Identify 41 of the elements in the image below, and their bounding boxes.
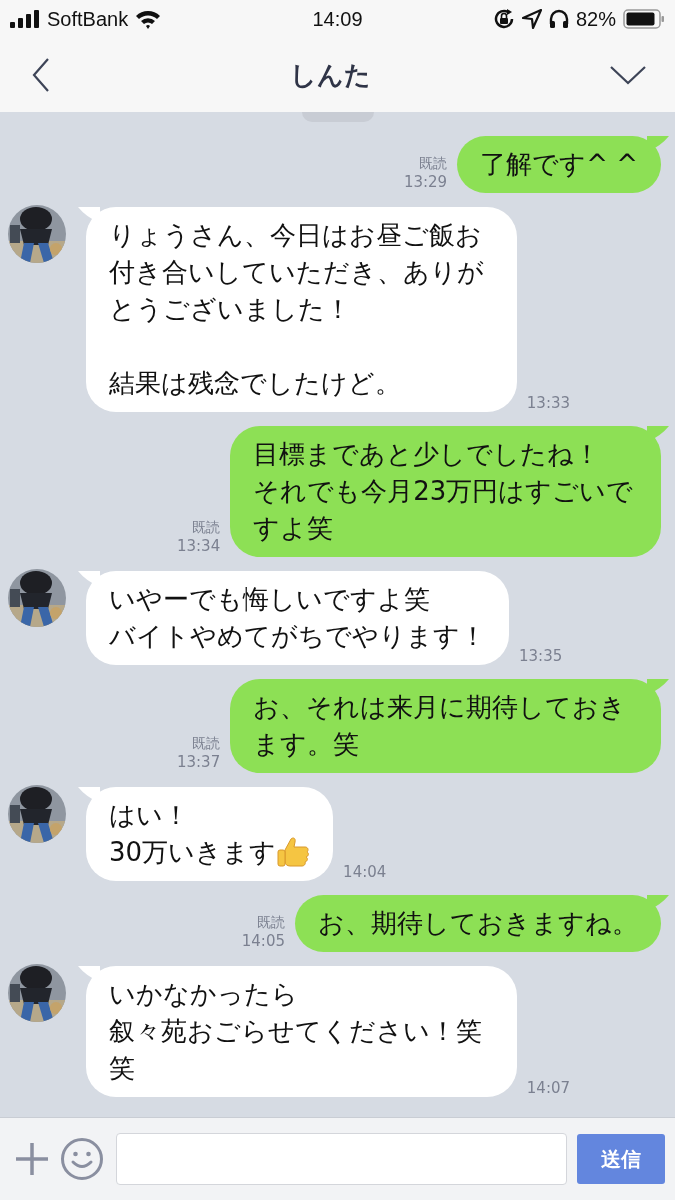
battery-icon (623, 9, 665, 29)
signal-icon (10, 10, 40, 28)
message-text: 了解です^ ^ (480, 148, 638, 181)
location-arrow-icon (521, 9, 542, 29)
read-receipt: 既読 (419, 155, 448, 173)
message-time: 13:34 (176, 537, 221, 555)
message-text: りょうさん、今日はお昼ご飯お付き合いしていただき、ありがとうございました！ (109, 219, 485, 326)
dropdown-button[interactable] (609, 64, 647, 86)
add-button[interactable] (14, 1141, 50, 1177)
rotation-lock-icon (492, 8, 515, 30)
message-text: お、それは来月に期待しておきます。笑 (253, 691, 628, 761)
message-text: 30万いきます (109, 836, 277, 869)
message-text: いやーでも悔しいですよ笑 (109, 583, 430, 616)
chat-title: しんた (290, 58, 371, 92)
read-receipt: 既読 (257, 914, 285, 932)
read-receipt: 既読 (192, 735, 221, 753)
status-time: 14:09 (312, 7, 363, 31)
message-time: 13:29 (403, 173, 448, 191)
message-time: 14:07 (526, 1079, 571, 1097)
message-text: はい！ (109, 799, 189, 832)
message-time: 13:35 (519, 647, 563, 665)
message-input[interactable] (116, 1133, 567, 1185)
message-text: 叙々苑おごらせてください！笑笑 (109, 1015, 483, 1085)
emoji-button[interactable] (60, 1137, 104, 1181)
read-receipt: 既読 (192, 519, 221, 537)
wifi-icon (135, 9, 162, 29)
message-text: 結果は残念でしたけど。 (109, 367, 401, 400)
send-button[interactable]: 送信 (577, 1134, 665, 1184)
message-text: 目標まであと少しでしたね！ (253, 438, 602, 471)
message-time: 13:37 (176, 753, 221, 771)
message-time: 13:33 (526, 394, 571, 412)
back-button[interactable] (30, 57, 52, 93)
message-text: お、期待しておきますね。 (318, 907, 638, 940)
message-time: 14:05 (241, 932, 285, 950)
message-text: バイトやめてがちでやります！ (109, 620, 486, 653)
message-text: それでも今月23万円はすごいですよ笑 (253, 475, 635, 545)
carrier-name: SoftBank (47, 7, 129, 31)
battery-percent: 82% (575, 7, 616, 31)
message-text: いかなかったら (109, 978, 298, 1011)
message-time: 14:04 (343, 863, 387, 881)
headphones-icon (548, 9, 569, 29)
